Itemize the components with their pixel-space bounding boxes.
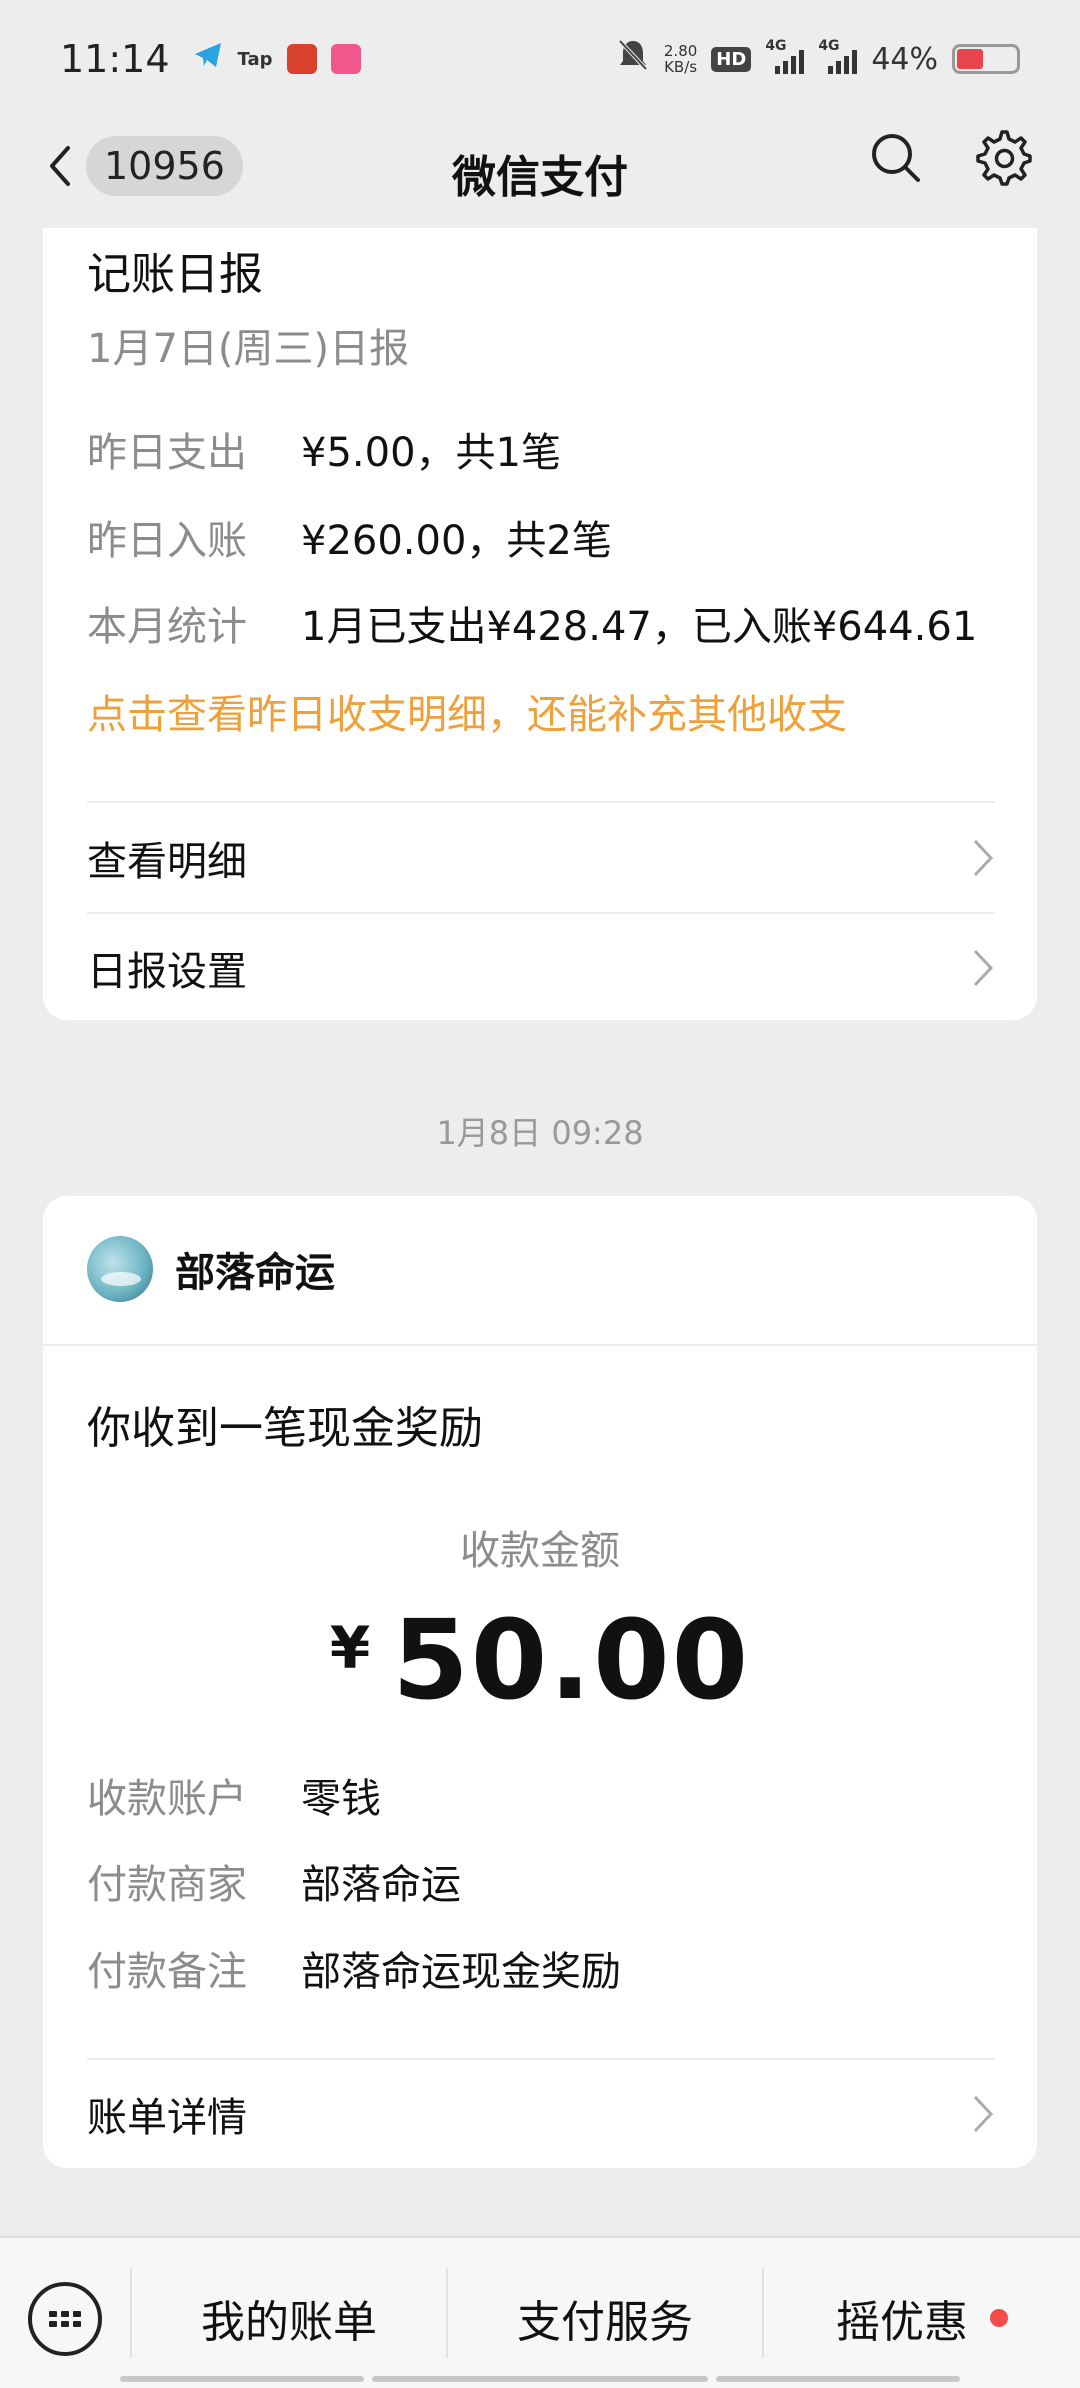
payment-row-key: 付款备注 bbox=[87, 1949, 247, 1995]
report-row-key: 昨日入账 bbox=[87, 518, 247, 564]
report-settings-label: 日报设置 bbox=[87, 949, 247, 995]
merchant-name: 部落命运 bbox=[175, 1250, 335, 1296]
amount-display: ¥ 50.00 bbox=[43, 1596, 1037, 1724]
status-bar: 11:14 Tap 2.80 KB/s HD 4G 4G 44% bbox=[0, 0, 1080, 118]
currency-symbol: ¥ bbox=[329, 1614, 371, 1682]
report-row-key: 本月统计 bbox=[87, 604, 247, 650]
status-right: 2.80 KB/s HD 4G 4G 44% bbox=[616, 37, 1020, 81]
payment-card[interactable]: 部落命运 你收到一笔现金奖励 收款金额 ¥ 50.00 收款账户 零钱 付款商家… bbox=[43, 1196, 1037, 2168]
search-icon[interactable] bbox=[868, 130, 924, 186]
menu-my-bills[interactable]: 我的账单 bbox=[132, 2278, 446, 2358]
view-details-row[interactable]: 查看明细 bbox=[87, 804, 995, 912]
payment-row: 收款账户 零钱 bbox=[87, 1766, 381, 1824]
page-title: 微信支付 bbox=[452, 152, 628, 203]
gesture-bar bbox=[0, 2376, 1080, 2384]
payment-row: 付款备注 部落命运现金奖励 bbox=[87, 1939, 621, 1997]
report-subtitle: 1月7日(周三)日报 bbox=[87, 326, 410, 372]
battery-icon bbox=[952, 44, 1020, 74]
merchant-avatar bbox=[87, 1236, 153, 1302]
report-settings-row[interactable]: 日报设置 bbox=[87, 914, 995, 1022]
report-row-value: ¥5.00，共1笔 bbox=[301, 430, 561, 476]
bell-muted-icon bbox=[616, 37, 650, 81]
report-row: 昨日支出 ¥5.00，共1笔 bbox=[87, 420, 561, 478]
report-title: 记账日报 bbox=[87, 249, 263, 300]
keyboard-icon bbox=[49, 2311, 81, 2327]
report-row: 昨日入账 ¥260.00，共2笔 bbox=[87, 508, 612, 566]
hd-badge: HD bbox=[711, 46, 752, 72]
report-row-key: 昨日支出 bbox=[87, 430, 247, 476]
menu-shake-deals[interactable]: 摇优惠 bbox=[764, 2278, 1080, 2358]
payment-row-value: 部落命运 bbox=[301, 1862, 461, 1908]
telegram-icon bbox=[192, 39, 224, 80]
status-time: 11:14 bbox=[60, 37, 170, 81]
bill-details-row[interactable]: 账单详情 bbox=[87, 2060, 995, 2168]
app-icon bbox=[286, 44, 317, 74]
report-row: 本月统计 1月已支出¥428.47，已入账¥644.61 bbox=[87, 594, 977, 652]
battery-percent: 44% bbox=[871, 41, 938, 77]
report-row-value: ¥260.00，共2笔 bbox=[301, 518, 612, 564]
divider bbox=[87, 801, 995, 803]
daily-report-card[interactable]: 记账日报 1月7日(周三)日报 昨日支出 ¥5.00，共1笔 昨日入账 ¥260… bbox=[43, 228, 1037, 1020]
report-row-value: 1月已支出¥428.47，已入账¥644.61 bbox=[301, 604, 978, 650]
merchant-header[interactable]: 部落命运 bbox=[87, 1236, 335, 1302]
gear-icon[interactable] bbox=[976, 130, 1032, 186]
signal-label: 4G bbox=[818, 38, 840, 54]
battery-fill bbox=[957, 49, 983, 69]
payment-row: 付款商家 部落命运 bbox=[87, 1852, 461, 1910]
chevron-right-icon bbox=[973, 839, 994, 877]
taptap-icon: Tap bbox=[237, 48, 273, 70]
signal-icon: 4G bbox=[765, 38, 805, 74]
bottom-menu-bar: 我的账单 支付服务 摇优惠 bbox=[0, 2236, 1080, 2388]
signal-label: 4G bbox=[765, 38, 787, 54]
status-app-icons: Tap bbox=[192, 39, 361, 80]
bill-details-label: 账单详情 bbox=[87, 2095, 247, 2141]
net-speed-unit: KB/s bbox=[664, 58, 698, 76]
net-speed: 2.80 KB/s bbox=[664, 43, 697, 75]
menu-shake-deals-label: 摇优惠 bbox=[836, 2297, 968, 2348]
divider bbox=[43, 1344, 1037, 1346]
signal-icon: 4G bbox=[818, 38, 858, 74]
payment-row-value: 部落命运现金奖励 bbox=[301, 1949, 621, 1995]
menu-my-bills-label: 我的账单 bbox=[201, 2297, 377, 2348]
chevron-right-icon bbox=[973, 949, 994, 987]
back-button[interactable]: 10956 bbox=[40, 136, 243, 196]
payment-row-key: 收款账户 bbox=[87, 1776, 247, 1822]
unread-count-badge: 10956 bbox=[86, 136, 243, 196]
reward-title: 你收到一笔现金奖励 bbox=[87, 1403, 483, 1454]
view-yesterday-link[interactable]: 点击查看昨日收支明细，还能补充其他收支 bbox=[87, 682, 847, 740]
view-details-label: 查看明细 bbox=[87, 839, 247, 885]
chevron-right-icon bbox=[973, 2095, 994, 2133]
keyboard-toggle-button[interactable] bbox=[28, 2282, 102, 2356]
menu-payment-services[interactable]: 支付服务 bbox=[448, 2278, 762, 2358]
amount-label: 收款金额 bbox=[460, 1528, 620, 1574]
payment-row-key: 付款商家 bbox=[87, 1862, 247, 1908]
menu-payment-services-label: 支付服务 bbox=[517, 2297, 693, 2348]
app-icon bbox=[330, 44, 361, 74]
amount-value: 50.00 bbox=[392, 1596, 751, 1724]
payment-row-value: 零钱 bbox=[301, 1776, 381, 1822]
back-arrow-icon bbox=[50, 146, 70, 186]
notification-dot bbox=[990, 2309, 1008, 2327]
message-timestamp: 1月8日 09:28 bbox=[436, 1114, 644, 1152]
